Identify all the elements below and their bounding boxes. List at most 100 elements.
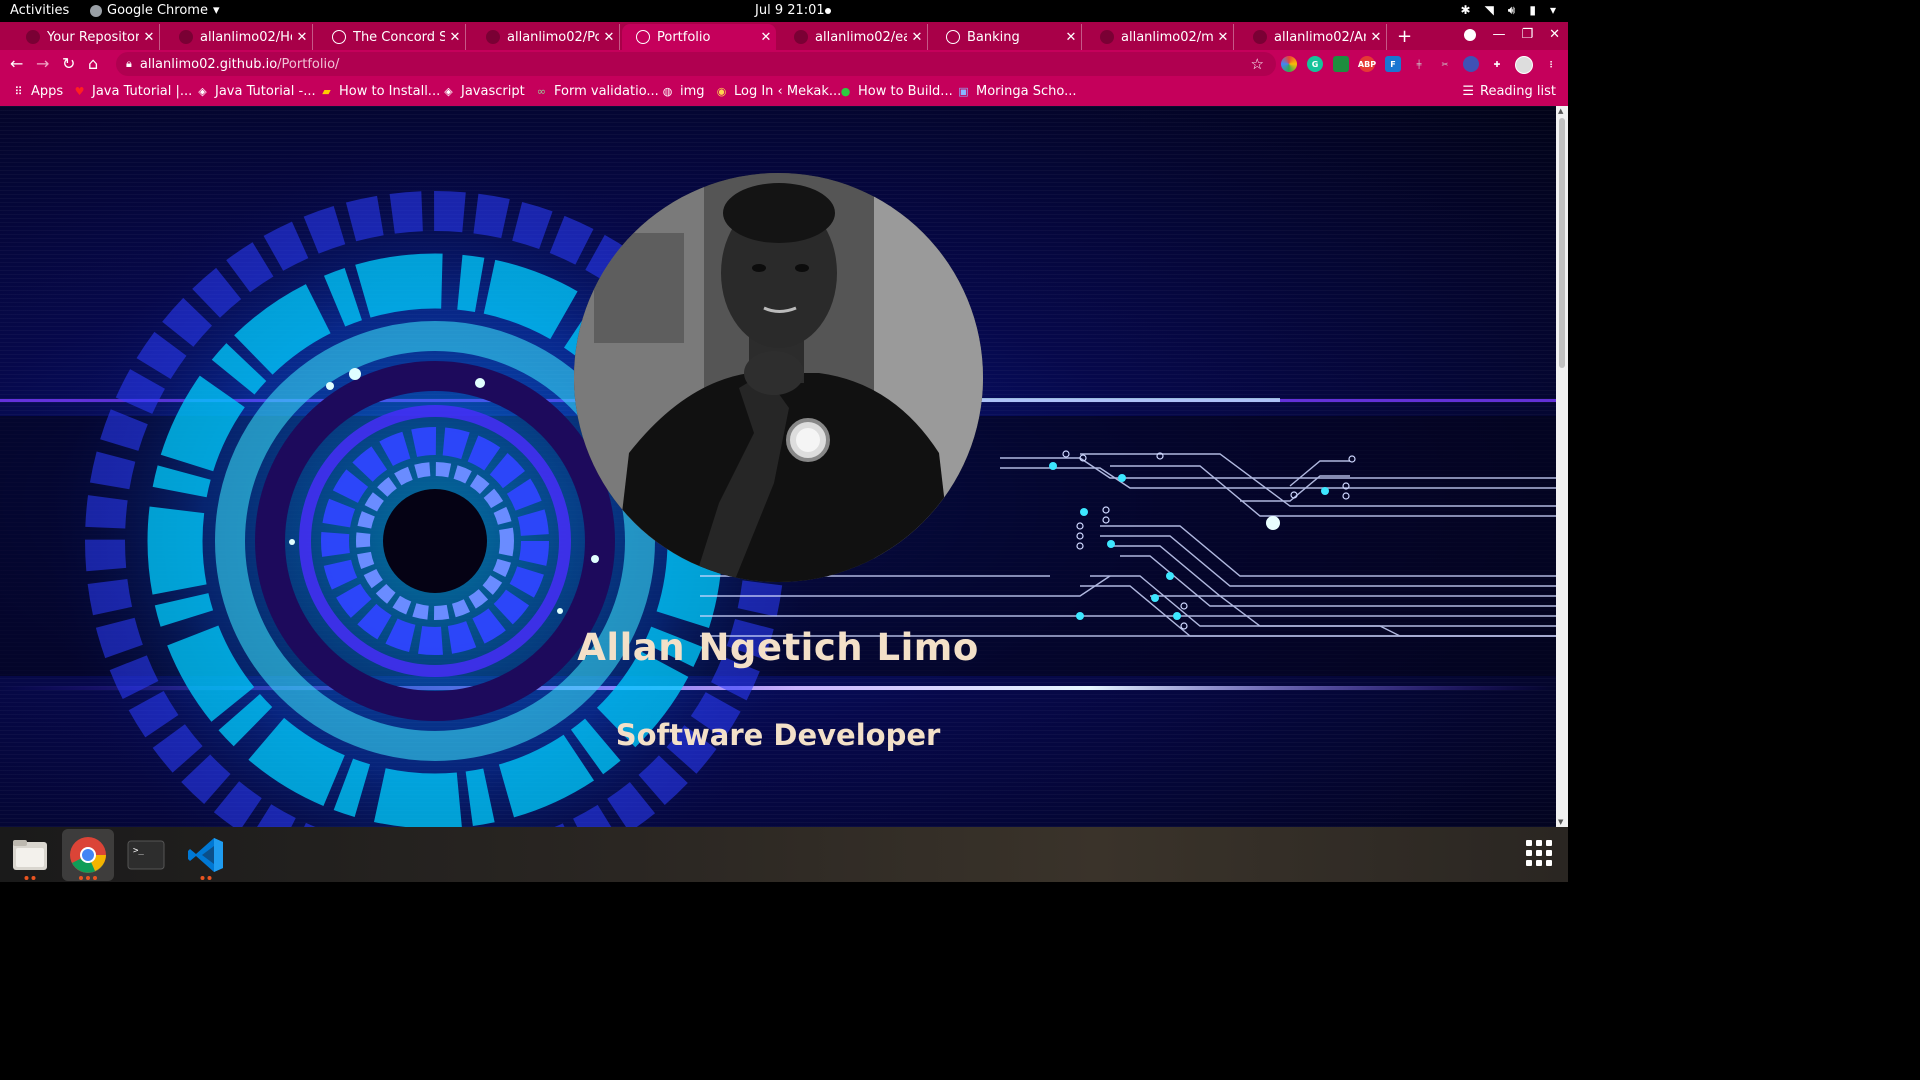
window-controls: — ❐ ✕ <box>1464 27 1560 42</box>
tab-anita-repo[interactable]: allanlimo02/Anita ✕ <box>1239 24 1387 50</box>
tab-ment-repo[interactable]: allanlimo02/ment ✕ <box>1086 24 1234 50</box>
bookmarks-bar: ⠿ Apps ♥ Java Tutorial |... ◈ Java Tutor… <box>0 78 1568 106</box>
chrome-icon <box>70 837 106 873</box>
slack-icon[interactable]: ✱ <box>1461 3 1471 18</box>
adblock-plus-icon[interactable]: ABP <box>1358 56 1376 72</box>
home-button[interactable]: ⌂ <box>88 54 98 73</box>
minimize-button[interactable]: — <box>1492 27 1505 42</box>
tab-banking[interactable]: Banking ✕ <box>932 24 1082 50</box>
grammarly-icon[interactable]: G <box>1307 56 1323 72</box>
ruler-extension-icon[interactable]: ╪ <box>1411 56 1427 72</box>
reading-list-button[interactable]: ☰ Reading list <box>1462 84 1556 99</box>
hero-role: Software Developer <box>615 718 941 752</box>
files-icon <box>13 840 47 870</box>
dock-chrome[interactable] <box>62 829 114 881</box>
bookmark-java-tutorial-1[interactable]: ♥ Java Tutorial |... <box>73 84 193 99</box>
tab-your-repositories[interactable]: Your Repositories ✕ <box>12 24 160 50</box>
system-menu-chevron-icon[interactable]: ▾ <box>1550 3 1556 18</box>
back-button[interactable]: ← <box>10 54 23 73</box>
chrome-icon <box>90 4 102 17</box>
url-host: allanlimo02.github.io <box>139 56 278 72</box>
app-menu[interactable]: Google Chrome ▾ <box>90 3 220 18</box>
tab-title: allanlimo02/ment <box>1121 29 1213 45</box>
close-icon[interactable]: ✕ <box>599 30 619 45</box>
menu-kebab-icon[interactable]: ⋮ <box>1543 56 1559 72</box>
extensions-area: G ABP F ╪ ✂ ✚ ⋮ <box>1281 56 1559 74</box>
scroll-up-arrow-icon[interactable]: ▲ <box>1558 107 1563 115</box>
bookmark-moringa-school[interactable]: ▣ Moringa Scho... <box>957 84 1076 99</box>
close-icon[interactable]: ✕ <box>1213 30 1233 45</box>
scrollbar-thumb[interactable] <box>1559 118 1565 368</box>
github-icon <box>1100 30 1114 44</box>
bookmark-apps[interactable]: ⠿ Apps <box>12 84 63 99</box>
scroll-down-arrow-icon[interactable]: ▼ <box>1558 818 1563 826</box>
close-window-button[interactable]: ✕ <box>1549 27 1560 42</box>
person-portrait-image <box>574 173 983 582</box>
font-extension-icon[interactable]: F <box>1385 56 1401 72</box>
page-scrollbar[interactable]: ▲ ▼ <box>1556 106 1568 827</box>
bookmark-how-to-build[interactable]: ● How to Build... <box>839 84 953 99</box>
battery-icon[interactable]: ▮ <box>1529 3 1536 18</box>
system-top-bar: Activities Google Chrome ▾ Jul 9 21:01 ✱… <box>0 0 1568 22</box>
java-icon: ◈ <box>198 85 207 98</box>
wifi-icon[interactable]: ◥ <box>1485 3 1494 18</box>
bookmark-img[interactable]: ◍ img <box>661 84 705 99</box>
close-icon[interactable]: ✕ <box>1061 30 1081 45</box>
tab-search-icon[interactable] <box>1464 28 1477 41</box>
tab-portfolio-repo[interactable]: allanlimo02/Portf ✕ <box>472 24 620 50</box>
dock-files[interactable] <box>4 829 56 881</box>
bookmark-java-tutorial-2[interactable]: ◈ Java Tutorial -... <box>196 84 316 99</box>
page-viewport[interactable]: Allan Ngetich Limo Software Developer <box>0 106 1556 827</box>
bookmark-label: Moringa Scho... <box>976 84 1077 99</box>
lock-icon[interactable]: 🔒︎ <box>126 57 132 71</box>
volume-icon[interactable]: 🔊︎ <box>1508 3 1516 18</box>
bookmark-javascript[interactable]: ◈ Javascript <box>442 84 524 99</box>
sheets-extension-icon[interactable] <box>1333 56 1349 72</box>
clock[interactable]: Jul 9 21:01 <box>755 3 825 18</box>
close-icon[interactable]: ✕ <box>139 30 159 45</box>
show-applications-button[interactable] <box>1526 840 1552 866</box>
dock-vscode[interactable] <box>180 829 232 881</box>
bookmark-how-to-install[interactable]: ▰ How to Install... <box>320 84 440 99</box>
close-icon[interactable]: ✕ <box>756 30 776 45</box>
tab-title: allanlimo02/Portf <box>507 29 599 45</box>
dock: >_ <box>0 827 1568 882</box>
forward-button[interactable]: → <box>36 54 49 73</box>
running-indicator <box>200 876 212 880</box>
tab-hotel-repo[interactable]: allanlimo02/Hote ✕ <box>165 24 313 50</box>
address-bar[interactable]: 🔒︎ allanlimo02.github.io/Portfolio/ ☆ <box>116 52 1276 76</box>
browser-chrome: Your Repositories ✕ allanlimo02/Hote ✕ T… <box>0 22 1568 106</box>
close-icon[interactable]: ✕ <box>445 30 465 45</box>
browser-toolbar: ← → ↻ ⌂ 🔒︎ allanlimo02.github.io/Portfol… <box>0 50 1568 78</box>
github-icon <box>1253 30 1267 44</box>
tab-easy-repo[interactable]: allanlimo02/easyE ✕ <box>780 24 928 50</box>
heart-icon: ♥ <box>74 85 85 98</box>
tab-concord-square[interactable]: The Concord Squa ✕ <box>318 24 466 50</box>
info-icon: ● <box>840 85 851 98</box>
tab-title: The Concord Squa <box>353 29 445 45</box>
puzzle-extensions-icon[interactable]: ✚ <box>1489 56 1505 72</box>
close-icon[interactable]: ✕ <box>292 30 312 45</box>
dock-terminal[interactable]: >_ <box>120 829 172 881</box>
bookmark-star-icon[interactable]: ☆ <box>1251 55 1264 73</box>
globe-icon: ◍ <box>662 85 673 98</box>
cut-extension-icon[interactable]: ✂ <box>1437 56 1453 72</box>
reload-button[interactable]: ↻ <box>62 54 75 73</box>
bookmark-form-validation[interactable]: ∞ Form validatio... <box>535 84 659 99</box>
restore-button[interactable]: ❐ <box>1521 27 1533 42</box>
activities-button[interactable]: Activities <box>10 3 69 18</box>
vpn-extension-icon[interactable] <box>1463 56 1479 72</box>
tab-title: Portfolio <box>657 29 711 45</box>
folder-icon: ▰ <box>322 85 331 98</box>
profile-avatar[interactable] <box>1515 56 1533 74</box>
new-tab-button[interactable]: + <box>1397 26 1412 47</box>
tab-portfolio[interactable]: Portfolio ✕ <box>622 24 776 50</box>
color-picker-extension-icon[interactable] <box>1281 56 1297 72</box>
system-tray[interactable]: ✱ ◥ 🔊︎ ▮ ▾ <box>1461 3 1557 18</box>
tab-title: Your Repositories <box>47 29 139 45</box>
close-icon[interactable]: ✕ <box>1366 30 1386 45</box>
svg-text:>_: >_ <box>133 846 144 856</box>
bookmark-log-in[interactable]: ◉ Log In ‹ Mekak... <box>715 84 842 99</box>
bookmark-label: Java Tutorial -... <box>215 84 316 99</box>
close-icon[interactable]: ✕ <box>907 30 927 45</box>
